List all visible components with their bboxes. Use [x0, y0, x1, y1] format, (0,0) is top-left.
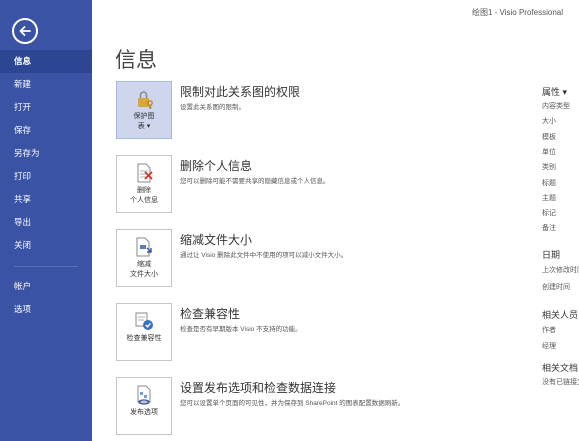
publish-description: 您可以设置单个页面的可见性，并为保存到 SharePoint 的图表配置数据刷新…	[180, 400, 405, 407]
date-last-modified: 上次修改时间	[542, 267, 579, 274]
remove-personal-info-button[interactable]: 删除 个人信息	[116, 155, 172, 213]
reduce-size-description: 通过让 Visio 删除此文件中不使用的项可以减小文件大小。	[180, 252, 348, 259]
prop-units: 单位	[542, 149, 556, 156]
nav-item-info[interactable]: 信息	[0, 50, 92, 73]
protect-diagram-label: 保护图 表 ▾	[133, 113, 155, 130]
check-compatibility-button[interactable]: 检查兼容性	[116, 303, 172, 361]
nav-item-close[interactable]: 关闭	[0, 234, 92, 257]
nav-item-new[interactable]: 新建	[0, 73, 92, 96]
compatibility-description: 检查是否有早期版本 Visio 不支持的功能。	[180, 326, 302, 333]
reduce-size-heading: 缩减文件大小	[180, 233, 253, 247]
prop-comments: 备注	[542, 225, 556, 232]
properties-panel: 属性 ▾ 内容类型 大小 模板 单位 类别 标题 主题 标记 备注 日期 上次修…	[542, 0, 579, 441]
section-compatibility: 检查兼容性 检查兼容性 检查是否有早期版本 Visio 不支持的功能。	[116, 303, 516, 361]
remove-info-icon	[133, 162, 155, 184]
section-protect: 保护图 表 ▾ 限制对此关系图的权限 设置此关系图的限制。	[116, 81, 516, 139]
check-compatibility-label: 检查兼容性	[126, 335, 162, 342]
publish-icon	[133, 384, 155, 406]
prop-category: 类别	[542, 164, 556, 171]
protect-description: 设置此关系图的限制。	[180, 104, 245, 111]
visio-backstage: 信息 新建 打开 保存 另存为 打印 共享 导出 关闭 帐户 选项 绘图1 - …	[0, 0, 579, 441]
reduce-file-size-button[interactable]: 缩减 文件大小	[116, 229, 172, 287]
reduce-file-size-label: 缩减 文件大小	[130, 261, 158, 278]
prop-tags: 标记	[542, 210, 556, 217]
people-author: 作者	[542, 327, 556, 334]
publish-options-button[interactable]: 发布选项	[116, 377, 172, 435]
page-title: 信息	[115, 49, 157, 72]
backstage-sidebar: 信息 新建 打开 保存 另存为 打印 共享 导出 关闭 帐户 选项	[0, 0, 92, 441]
backstage-nav: 信息 新建 打开 保存 另存为 打印 共享 导出 关闭 帐户 选项	[0, 50, 92, 321]
back-button[interactable]	[12, 18, 38, 44]
section-reduce-size: 缩减 文件大小 缩减文件大小 通过让 Visio 删除此文件中不使用的项可以减小…	[116, 229, 516, 287]
prop-subject: 主题	[542, 195, 556, 202]
prop-content-type: 内容类型	[542, 103, 570, 110]
protect-diagram-button[interactable]: 保护图 表 ▾	[116, 81, 172, 139]
nav-item-share[interactable]: 共享	[0, 188, 92, 211]
nav-divider	[14, 266, 78, 267]
reduce-size-icon	[133, 236, 155, 258]
nav-item-open[interactable]: 打开	[0, 96, 92, 119]
nav-item-options[interactable]: 选项	[0, 298, 92, 321]
publish-heading: 设置发布选项和检查数据连接	[180, 381, 337, 395]
prop-title: 标题	[542, 180, 556, 187]
people-manager: 经理	[542, 343, 556, 350]
prop-template: 模板	[542, 134, 556, 141]
section-remove-info: 删除 个人信息 删除个人信息 您可以删除可能不需要共享的隐藏信息或个人信息。	[116, 155, 516, 213]
dates-heading: 日期	[542, 250, 561, 260]
related-docs-heading: 相关文档	[542, 363, 579, 373]
nav-item-save[interactable]: 保存	[0, 119, 92, 142]
remove-info-description: 您可以删除可能不需要共享的隐藏信息或个人信息。	[180, 178, 330, 185]
nav-item-save-as[interactable]: 另存为	[0, 142, 92, 165]
nav-item-print[interactable]: 打印	[0, 165, 92, 188]
nav-item-account[interactable]: 帐户	[0, 275, 92, 298]
back-arrow-icon	[19, 26, 31, 36]
protect-heading: 限制对此关系图的权限	[180, 85, 301, 99]
date-created: 创建时间	[542, 284, 570, 291]
publish-options-label: 发布选项	[130, 409, 158, 416]
prop-size: 大小	[542, 118, 556, 125]
section-publish: 发布选项 设置发布选项和检查数据连接 您可以设置单个页面的可见性，并为保存到 S…	[116, 377, 516, 435]
compatibility-icon	[133, 310, 155, 332]
people-heading: 相关人员	[542, 310, 579, 320]
compatibility-heading: 检查兼容性	[180, 307, 241, 321]
remove-personal-info-label: 删除 个人信息	[130, 187, 158, 204]
nav-item-export[interactable]: 导出	[0, 211, 92, 234]
remove-info-heading: 删除个人信息	[180, 159, 253, 173]
related-docs-none: 没有已链接文档	[542, 379, 579, 386]
properties-dropdown[interactable]: 属性 ▾	[542, 85, 567, 98]
lock-key-icon	[133, 88, 155, 110]
